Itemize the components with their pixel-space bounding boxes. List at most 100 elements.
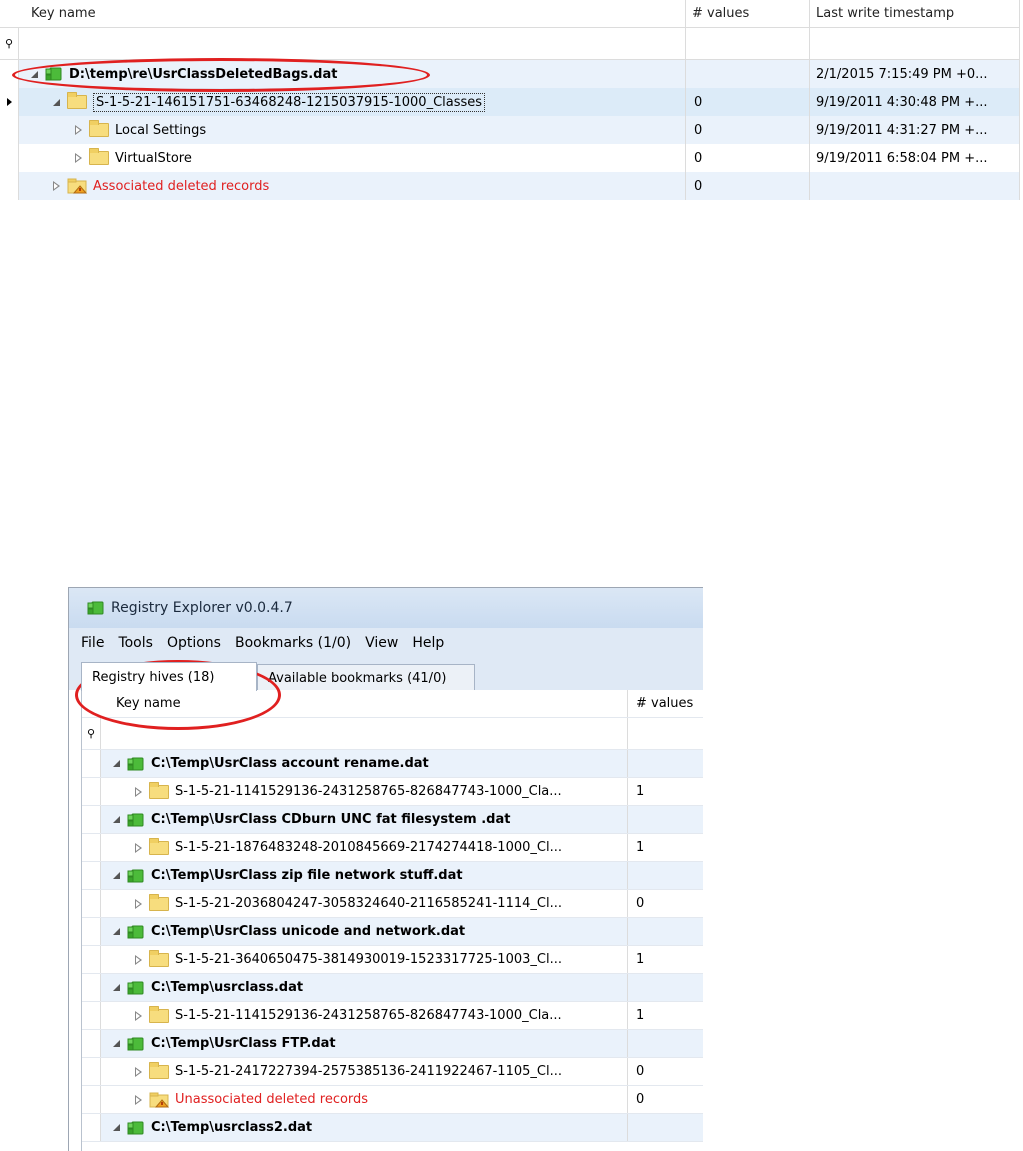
values-count-cell: 0 xyxy=(636,1064,645,1079)
collapsed-arrow-icon[interactable] xyxy=(71,125,85,135)
row-selector[interactable] xyxy=(82,918,101,945)
row-selector[interactable] xyxy=(82,1030,101,1057)
row-selector[interactable] xyxy=(82,1002,101,1029)
row-selector[interactable] xyxy=(82,890,101,917)
row-selector[interactable] xyxy=(0,144,19,172)
key-name-text: C:\Temp\UsrClass account rename.dat xyxy=(151,756,429,771)
menu-file[interactable]: File xyxy=(81,635,104,651)
key-name-text: S-1-5-21-1876483248-2010845669-217427441… xyxy=(175,840,562,855)
header-corner xyxy=(0,0,19,27)
tree-row[interactable]: S-1-5-21-1141529136-2431258765-826847743… xyxy=(82,778,703,806)
row-selector[interactable] xyxy=(82,1058,101,1085)
tree-row[interactable]: C:\Temp\usrclass2.dat xyxy=(82,1114,703,1142)
key-name-cell: C:\Temp\UsrClass account rename.dat xyxy=(101,750,628,777)
menu-bookmarks[interactable]: Bookmarks (1/0) xyxy=(235,635,351,651)
tree-row[interactable]: S-1-5-21-146151751-63468248-1215037915-1… xyxy=(0,88,1020,116)
row-selector[interactable] xyxy=(82,750,101,777)
filter-row: ⚲ xyxy=(0,28,1020,60)
tree-row[interactable]: C:\Temp\UsrClass FTP.dat xyxy=(82,1030,703,1058)
column-header-timestamp[interactable]: Last write timestamp xyxy=(810,0,1020,27)
column-header-key-name[interactable]: Key name xyxy=(25,0,686,27)
expanded-arrow-icon[interactable] xyxy=(109,872,123,879)
expanded-arrow-icon[interactable] xyxy=(109,1124,123,1131)
collapsed-arrow-icon[interactable] xyxy=(49,181,63,191)
expanded-arrow-icon[interactable] xyxy=(109,1040,123,1047)
key-name-cell: S-1-5-21-2417227394-2575385136-241192246… xyxy=(101,1058,628,1085)
header-corner xyxy=(82,690,101,717)
collapsed-arrow-icon[interactable] xyxy=(131,1094,145,1105)
tree-row[interactable]: C:\Temp\UsrClass CDburn UNC fat filesyst… xyxy=(82,806,703,834)
collapsed-arrow-icon[interactable] xyxy=(131,786,145,797)
row-selector[interactable] xyxy=(82,778,101,805)
key-name-cell: S-1-5-21-1876483248-2010845669-217427441… xyxy=(101,834,628,861)
tree-row[interactable]: S-1-5-21-1141529136-2431258765-826847743… xyxy=(82,1002,703,1030)
deleted-records-folder-icon xyxy=(67,178,88,194)
expanded-arrow-icon[interactable] xyxy=(109,928,123,935)
top-grid-header: Key name # values Last write timestamp xyxy=(0,0,1020,28)
row-selector[interactable] xyxy=(0,60,19,88)
collapsed-arrow-icon[interactable] xyxy=(71,153,85,163)
tree-row[interactable]: D:\temp\re\UsrClassDeletedBags.dat 2/1/20… xyxy=(0,60,1020,88)
row-selector[interactable] xyxy=(82,806,101,833)
row-selector[interactable] xyxy=(0,116,19,144)
tree-row[interactable]: S-1-5-21-3640650475-3814930019-152331772… xyxy=(82,946,703,974)
key-name-text: C:\Temp\UsrClass unicode and network.dat xyxy=(151,924,466,939)
tree-row[interactable]: S-1-5-21-2036804247-3058324640-211658524… xyxy=(82,890,703,918)
tree-row[interactable]: C:\Temp\UsrClass zip file network stuff.… xyxy=(82,862,703,890)
menu-help[interactable]: Help xyxy=(412,635,444,651)
expanded-arrow-icon[interactable] xyxy=(109,984,123,991)
hive-icon xyxy=(127,980,145,996)
tab-available-bookmarks[interactable]: Available bookmarks (41/0) xyxy=(257,664,475,691)
row-selector[interactable] xyxy=(0,172,19,200)
tree-row[interactable]: Associated deleted records 0 xyxy=(0,172,1020,200)
collapsed-arrow-icon[interactable] xyxy=(131,842,145,853)
tree-row[interactable]: S-1-5-21-1876483248-2010845669-217427441… xyxy=(82,834,703,862)
collapsed-arrow-icon[interactable] xyxy=(131,954,145,965)
row-selector[interactable] xyxy=(82,834,101,861)
expanded-arrow-icon[interactable] xyxy=(49,98,63,106)
tree-row[interactable]: C:\Temp\UsrClass unicode and network.dat xyxy=(82,918,703,946)
expanded-arrow-icon[interactable] xyxy=(27,70,41,78)
tab-registry-hives[interactable]: Registry hives (18) xyxy=(81,662,257,691)
row-selector[interactable] xyxy=(82,1086,101,1113)
key-name-cell: C:\Temp\UsrClass CDburn UNC fat filesyst… xyxy=(101,806,628,833)
tree-row[interactable]: Local Settings 0 9/19/2011 4:31:27 PM +... xyxy=(0,116,1020,144)
row-selector[interactable] xyxy=(82,862,101,889)
tree-row[interactable]: C:\Temp\UsrClass account rename.dat xyxy=(82,750,703,778)
key-name-text: Associated deleted records xyxy=(93,178,270,194)
key-name-cell: VirtualStore xyxy=(19,144,686,172)
collapsed-arrow-icon[interactable] xyxy=(131,1066,145,1077)
filter-values-input[interactable] xyxy=(628,718,703,749)
collapsed-arrow-icon[interactable] xyxy=(131,1010,145,1021)
tree-row[interactable]: Unassociated deleted records 0 xyxy=(82,1086,703,1114)
tree-row[interactable]: S-1-5-21-2417227394-2575385136-241192246… xyxy=(82,1058,703,1086)
filter-key-name-input[interactable] xyxy=(101,718,628,749)
menu-options[interactable]: Options xyxy=(167,635,221,651)
column-header-values[interactable]: # values xyxy=(686,0,810,27)
menu-tools[interactable]: Tools xyxy=(118,635,153,651)
values-count-cell xyxy=(628,806,703,833)
folder-icon xyxy=(149,949,169,967)
filter-values-input[interactable] xyxy=(686,28,810,59)
expanded-arrow-icon[interactable] xyxy=(109,816,123,823)
row-selector[interactable] xyxy=(82,974,101,1001)
filter-key-name-input[interactable] xyxy=(19,28,686,59)
key-name-text: C:\Temp\usrclass.dat xyxy=(151,980,304,995)
row-selector[interactable] xyxy=(0,88,19,116)
tree-row[interactable]: C:\Temp\usrclass.dat xyxy=(82,974,703,1002)
menu-bar: File Tools Options Bookmarks (1/0) View … xyxy=(69,628,703,658)
values-count-cell: 0 xyxy=(686,116,810,144)
tree-row[interactable]: VirtualStore 0 9/19/2011 6:58:04 PM +... xyxy=(0,144,1020,172)
collapsed-arrow-icon[interactable] xyxy=(131,898,145,909)
menu-view[interactable]: View xyxy=(365,635,398,651)
column-header-values[interactable]: # values xyxy=(628,690,703,717)
values-count-cell: 0 xyxy=(686,172,810,200)
folder-icon xyxy=(149,1061,169,1079)
filter-timestamp-input[interactable] xyxy=(810,28,1020,59)
hives-grid-header: Key name # values xyxy=(82,690,703,718)
expanded-arrow-icon[interactable] xyxy=(109,760,123,767)
hive-icon xyxy=(127,1120,145,1136)
column-header-key-name[interactable]: Key name xyxy=(106,690,628,717)
row-selector[interactable] xyxy=(82,946,101,973)
row-selector[interactable] xyxy=(82,1114,101,1141)
